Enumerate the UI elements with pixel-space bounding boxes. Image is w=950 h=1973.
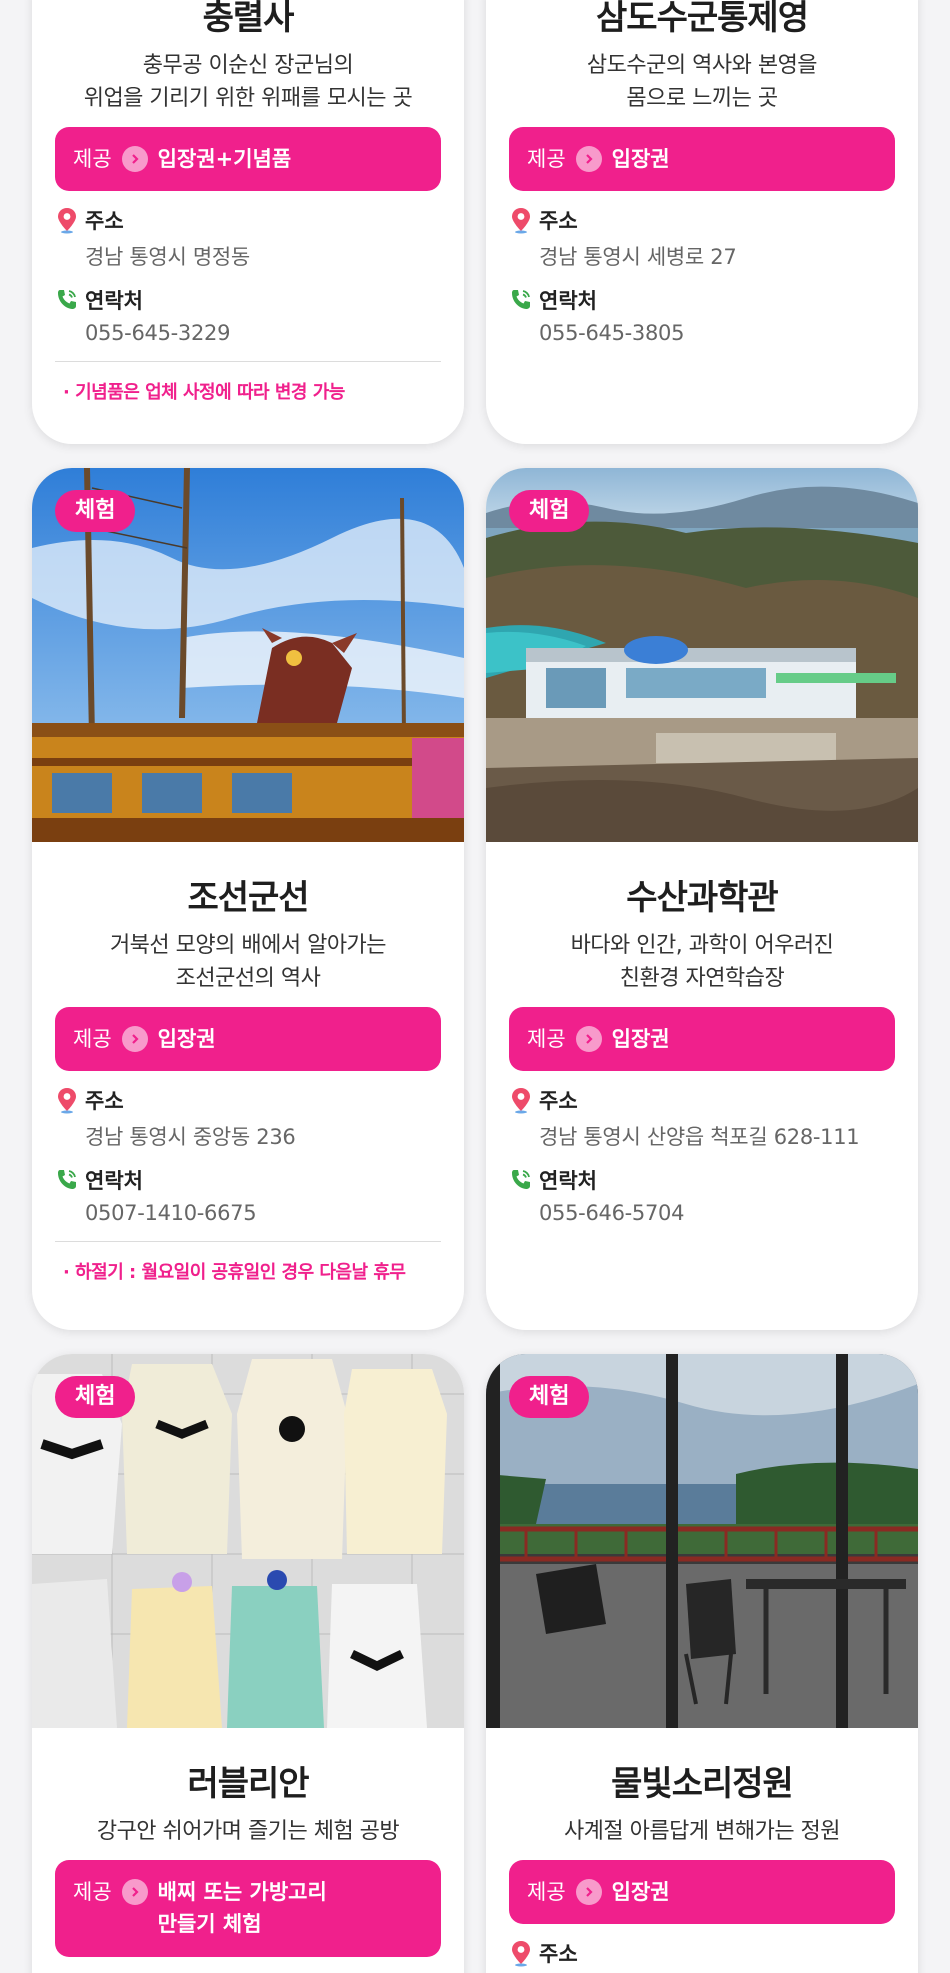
address-row: 주소	[509, 1938, 895, 1968]
provide-value: 배찌 또는 가방고리 만들기 체험	[157, 1879, 327, 1937]
card-description: 거북선 모양의 배에서 알아가는 조선군선의 역사	[55, 929, 441, 995]
map-pin-icon	[512, 1088, 530, 1114]
card-description: 사계절 아름답게 변해가는 정원	[509, 1815, 895, 1848]
provide-label: 제공	[527, 1026, 566, 1051]
card-description: 강구안 쉬어가며 즐기는 체험 공방	[55, 1815, 441, 1848]
address-row: 주소 경남 통영시 산양읍 척포길 628-111	[509, 1085, 895, 1151]
provide-box: 제공 입장권	[509, 1859, 895, 1925]
contact-row: 연락처 055-645-3229	[55, 285, 441, 345]
desc-line: 위업을 기리기 위한 위패를 모시는 곳	[83, 85, 413, 111]
address-label: 주소	[85, 1089, 124, 1114]
address-value: 경남 통영시 중앙동 236	[85, 1125, 296, 1150]
provide-label: 제공	[527, 146, 566, 171]
desc-line: 조선군선의 역사	[175, 965, 321, 991]
card-note: · 하절기 : 월요일이 공휴일인 경우 다음날 휴무	[63, 1262, 406, 1284]
address-label: 주소	[539, 1089, 578, 1114]
card-description: 충무공 이순신 장군님의 위업을 기리기 위한 위패를 모시는 곳	[55, 49, 441, 115]
provide-box: 제공 입장권+기념품	[55, 126, 441, 192]
chevron-right-icon	[121, 145, 148, 172]
card-title: 조선군선	[187, 878, 309, 918]
map-pin-icon	[512, 1941, 530, 1967]
provide-value: 입장권	[157, 1026, 216, 1051]
card-description: 삼도수군의 역사와 본영을 몸으로 느끼는 곳	[509, 49, 895, 115]
card-title: 러블리안	[187, 1764, 309, 1804]
address-label: 주소	[539, 1942, 578, 1967]
card-title: 수산과학관	[626, 878, 778, 918]
attraction-card-joseon-gunseon[interactable]: 체험 조선군선 거북선 모양의 배에서 알아가는 조선군선의 역사 제공 입장권…	[32, 468, 464, 1330]
experience-tag: 체험	[509, 490, 590, 532]
provide-box: 제공 배찌 또는 가방고리 만들기 체험	[55, 1859, 441, 1957]
experience-tag: 체험	[509, 1376, 590, 1418]
contact-label: 연락처	[85, 289, 143, 314]
card-note: · 기념품은 업체 사정에 따라 변경 가능	[63, 382, 345, 404]
provide-label: 제공	[527, 1879, 566, 1904]
address-label: 주소	[539, 209, 578, 234]
divider	[55, 1241, 441, 1243]
desc-line: 거북선 모양의 배에서 알아가는	[109, 932, 387, 958]
phone-value[interactable]: 0507-1410-6675	[85, 1201, 441, 1225]
address-value: 경남 통영시 명정동	[85, 245, 250, 270]
card-description: 바다와 인간, 과학이 어우러진 친환경 자연학습장	[509, 929, 895, 995]
phone-icon	[512, 290, 530, 310]
contact-row: 연락처 0507-1410-6675	[55, 1165, 441, 1225]
desc-line: 강구안 쉬어가며 즐기는 체험 공방	[96, 1818, 400, 1844]
phone-value[interactable]: 055-645-3229	[85, 321, 441, 345]
chevron-right-icon	[575, 145, 602, 172]
desc-line: 친환경 자연학습장	[619, 965, 785, 991]
contact-row: 연락처 055-645-3805	[509, 285, 895, 345]
contact-label: 연락처	[85, 1169, 143, 1194]
turtle-ship-photo: 체험	[32, 468, 464, 842]
provide-value: 입장권	[611, 146, 670, 171]
desc-line: 사계절 아름답게 변해가는 정원	[563, 1818, 841, 1844]
phone-icon	[512, 1170, 530, 1190]
provide-value: 입장권	[611, 1026, 670, 1051]
phone-icon	[58, 290, 76, 310]
desc-line: 충무공 이순신 장군님의	[142, 52, 354, 78]
fisheries-science-museum-photo: 체험	[486, 468, 918, 842]
map-pin-icon	[512, 208, 530, 234]
address-row: 주소 경남 통영시 세병로 27	[509, 205, 895, 271]
provide-label: 제공	[73, 1026, 112, 1051]
baby-dresses-photo: 체험	[32, 1354, 464, 1728]
map-pin-icon	[58, 1088, 76, 1114]
contact-row: 연락처 055-646-5704	[509, 1165, 895, 1225]
address-value: 경남 통영시 세병로 27	[539, 245, 737, 270]
map-pin-icon	[58, 208, 76, 234]
garden-terrace-photo: 체험	[486, 1354, 918, 1728]
attraction-card-mulbitsori[interactable]: 체험 물빛소리정원 사계절 아름답게 변해가는 정원 제공 입장권 주소	[486, 1354, 918, 1973]
card-title: 삼도수군통제영	[596, 0, 809, 38]
chevron-right-icon	[121, 1878, 148, 1905]
chevron-right-icon	[575, 1878, 602, 1905]
divider	[55, 361, 441, 363]
attraction-card-samdo[interactable]: 삼도수군통제영 삼도수군의 역사와 본영을 몸으로 느끼는 곳 제공 입장권 주…	[486, 0, 918, 444]
experience-tag: 체험	[55, 490, 136, 532]
desc-line: 삼도수군의 역사와 본영을	[586, 52, 818, 78]
desc-line: 바다와 인간, 과학이 어우러진	[570, 932, 834, 958]
provide-label: 제공	[73, 146, 112, 171]
provide-box: 제공 입장권	[509, 126, 895, 192]
card-title: 물빛소리정원	[611, 1764, 794, 1804]
address-label: 주소	[85, 209, 124, 234]
experience-tag: 체험	[55, 1376, 136, 1418]
phone-icon	[58, 1170, 76, 1190]
contact-label: 연락처	[539, 1169, 597, 1194]
attraction-card-fisheries-museum[interactable]: 체험 수산과학관 바다와 인간, 과학이 어우러진 친환경 자연학습장 제공 입…	[486, 468, 918, 1330]
attraction-card-chungnyeolsa[interactable]: 충렬사 충무공 이순신 장군님의 위업을 기리기 위한 위패를 모시는 곳 제공…	[32, 0, 464, 444]
provide-value: 입장권	[611, 1879, 670, 1904]
contact-label: 연락처	[539, 289, 597, 314]
chevron-right-icon	[575, 1025, 602, 1052]
card-title: 충렬사	[202, 0, 295, 38]
provide-value: 입장권+기념품	[157, 146, 292, 171]
desc-line: 몸으로 느끼는 곳	[626, 85, 778, 111]
address-row: 주소 경남 통영시 중앙동 236	[55, 1085, 441, 1151]
provide-label: 제공	[73, 1879, 112, 1904]
phone-value[interactable]: 055-645-3805	[539, 321, 895, 345]
provide-box: 제공 입장권	[509, 1006, 895, 1072]
chevron-right-icon	[121, 1025, 148, 1052]
address-row: 주소 경남 통영시 명정동	[55, 205, 441, 271]
provide-box: 제공 입장권	[55, 1006, 441, 1072]
attraction-card-lovelyan[interactable]: 체험 러블리안 강구안 쉬어가며 즐기는 체험 공방 제공 배찌 또는 가방고리…	[32, 1354, 464, 1973]
address-value: 경남 통영시 산양읍 척포길 628-111	[539, 1125, 860, 1150]
phone-value[interactable]: 055-646-5704	[539, 1201, 895, 1225]
